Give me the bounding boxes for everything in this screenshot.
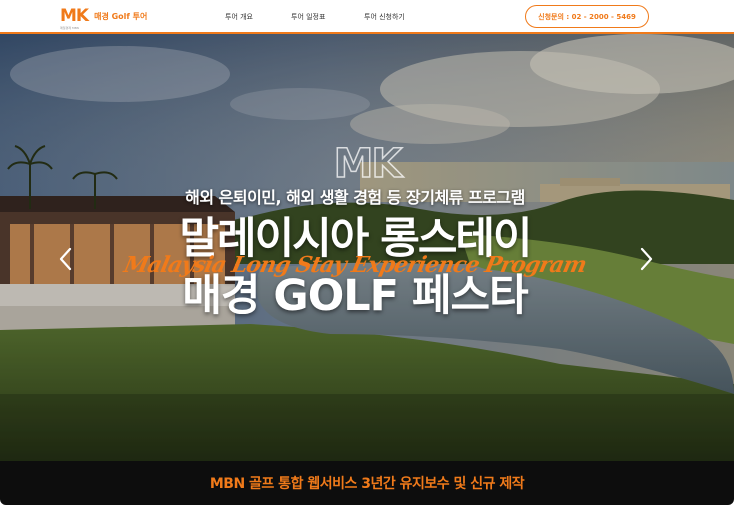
hero-title-line2: 매경 GOLF 페스타 (182, 271, 528, 321)
logo-mark: MK (60, 6, 89, 26)
chevron-right-icon (640, 247, 653, 271)
nav-tour-schedule[interactable]: 투어 일정표 (291, 12, 325, 22)
nav-tour-overview[interactable]: 투어 개요 (225, 12, 253, 22)
mk-watermark-logo: MK (333, 141, 403, 187)
next-slide-button[interactable] (636, 246, 656, 272)
contact-button[interactable]: 신청문의 : 02 - 2000 - 5469 (525, 5, 649, 28)
site-logo[interactable]: MK 매일경제 MBN 매경 Golf 투어 (60, 6, 148, 31)
nav-tour-apply[interactable]: 투어 신청하기 (364, 12, 405, 22)
hero-subtitle: 해외 은퇴이민, 해외 생활 경험 등 장기체류 프로그램 (185, 188, 525, 207)
caption-text: MBN 골프 통합 웹서비스 3년간 유지보수 및 신규 제작 (209, 476, 525, 492)
logo-text: 매경 Golf 투어 (94, 12, 148, 21)
caption-bar: MBN 골프 통합 웹서비스 3년간 유지보수 및 신규 제작 (0, 461, 734, 505)
logo-subtext: 매일경제 MBN (60, 26, 79, 30)
chevron-left-icon (59, 247, 72, 271)
hero-banner: MK 해외 은퇴이민, 해외 생활 경험 등 장기체류 프로그램 말레이시아 롱… (0, 34, 734, 461)
prev-slide-button[interactable] (56, 246, 76, 272)
site-header: MK 매일경제 MBN 매경 Golf 투어 투어 개요 투어 일정표 투어 신… (0, 0, 734, 34)
page-frame: MK 매일경제 MBN 매경 Golf 투어 투어 개요 투어 일정표 투어 신… (0, 0, 734, 505)
